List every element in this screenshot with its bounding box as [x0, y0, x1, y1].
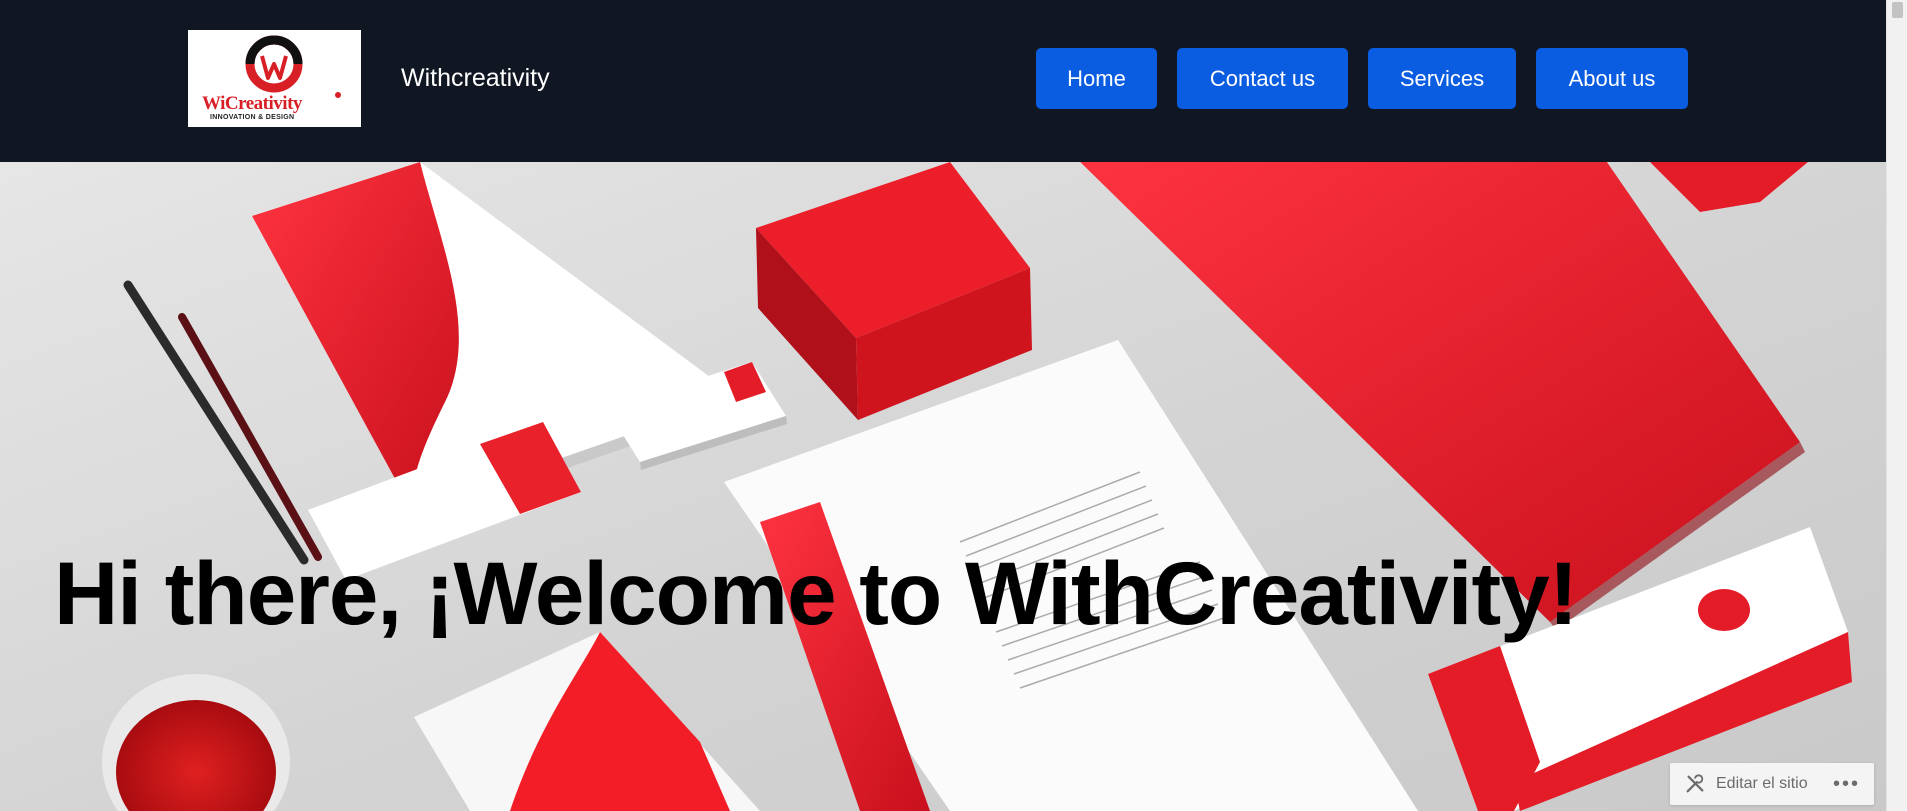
logo-wordmark: WiCreativity: [202, 93, 302, 114]
nav-services-button[interactable]: Services: [1368, 48, 1516, 109]
nav-home-button[interactable]: Home: [1036, 48, 1157, 109]
hero-section: Hi there, ¡Welcome to WithCreativity!: [0, 162, 1887, 811]
site-title[interactable]: Withcreativity: [401, 64, 550, 93]
hero-heading: Hi there, ¡Welcome to WithCreativity!: [54, 543, 1578, 643]
logo-tagline: INNOVATION & DESIGN: [210, 114, 295, 121]
site-logo[interactable]: WiCreativity INNOVATION & DESIGN: [188, 30, 361, 127]
ellipsis-icon[interactable]: •••: [1833, 773, 1860, 796]
page-scrollbar[interactable]: [1886, 0, 1907, 811]
scrollbar-thumb[interactable]: [1892, 2, 1903, 18]
page: WiCreativity INNOVATION & DESIGN Withcre…: [0, 0, 1887, 811]
edit-site-label[interactable]: Editar el sitio: [1716, 775, 1808, 793]
nav-about-button[interactable]: About us: [1536, 48, 1688, 109]
hero-stationery-image: [102, 162, 1852, 811]
edit-site-bar[interactable]: Editar el sitio •••: [1670, 763, 1874, 805]
site-header: WiCreativity INNOVATION & DESIGN Withcre…: [0, 0, 1887, 162]
tools-icon: [1686, 774, 1704, 793]
nav-contact-button[interactable]: Contact us: [1177, 48, 1348, 109]
